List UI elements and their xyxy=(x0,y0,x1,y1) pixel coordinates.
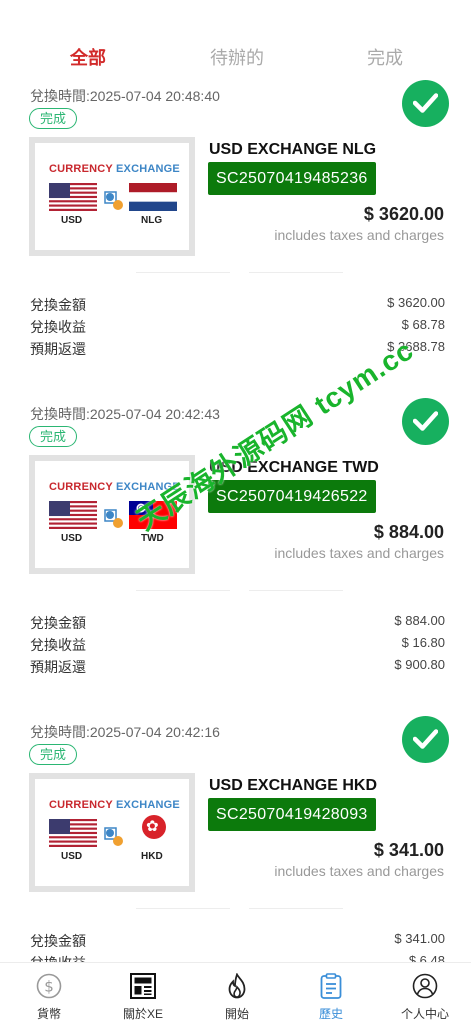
status-tabs: 全部 待辦的 完成 xyxy=(0,0,471,80)
us-flag-icon xyxy=(49,501,97,529)
nav-label: 貨幣 xyxy=(36,1007,61,1021)
currency-exchange-thumbnail: CURRENCY EXCHANGE USD NLG xyxy=(29,137,195,256)
divider xyxy=(136,590,230,591)
target-currency-code: NLG xyxy=(141,215,163,226)
netherlands-flag-icon xyxy=(129,183,177,211)
divider xyxy=(249,908,343,909)
check-circle-icon xyxy=(402,398,449,445)
order-amount: $ 3620.00 xyxy=(363,204,444,224)
status-badge: 完成 xyxy=(29,744,78,765)
us-flag-icon xyxy=(49,819,97,847)
tax-note: includes taxes and charges xyxy=(274,227,444,243)
thumbnail-title: CURRENCY EXCHANGE xyxy=(49,163,180,175)
currency-exchange-thumbnail: CURRENCY EXCHANGE ✿ USD HKD xyxy=(29,773,195,892)
order-id-badge: SC25070419426522 xyxy=(208,480,376,513)
us-flag-icon xyxy=(49,183,97,211)
newspaper-icon xyxy=(130,973,156,999)
tab-pending[interactable]: 待辦的 xyxy=(182,44,292,70)
nav-label: 歷史 xyxy=(318,1007,343,1021)
svg-text:$: $ xyxy=(44,978,54,996)
hong-kong-flag-icon: ✿ xyxy=(142,815,166,839)
detail-row: 預期返還 $ 900.80 xyxy=(30,657,445,675)
base-currency-code: USD xyxy=(61,215,83,226)
divider xyxy=(136,272,230,273)
detail-row: 兌換金額 $ 341.00 xyxy=(30,931,445,949)
divider xyxy=(249,272,343,273)
nav-label: 个人中心 xyxy=(400,1007,449,1021)
nav-label: 關於XE xyxy=(122,1007,163,1021)
bottom-nav: $ 貨幣 關於XE 開始 歷史 个人中心 xyxy=(0,962,471,1024)
order-amount: $ 884.00 xyxy=(373,522,444,542)
check-circle-icon xyxy=(402,80,449,127)
target-currency-code: HKD xyxy=(141,851,163,862)
nav-item-profile[interactable]: 个人中心 xyxy=(378,963,471,1024)
order-list[interactable]: 兌換時間:2025-07-04 20:48:40 完成 CURRENCY EXC… xyxy=(0,80,471,962)
order-id-badge: SC25070419428093 xyxy=(208,798,376,831)
divider xyxy=(249,590,343,591)
order-card[interactable]: 兌換時間:2025-07-04 20:42:16 完成 CURRENCY EXC… xyxy=(0,716,471,962)
detail-row: 兌換金額 $ 884.00 xyxy=(30,613,445,631)
exchange-pair-title: USD EXCHANGE NLG xyxy=(209,141,377,158)
tab-completed[interactable]: 完成 xyxy=(330,44,440,70)
thumbnail-title: CURRENCY EXCHANGE xyxy=(49,799,180,811)
clipboard-icon xyxy=(320,973,342,999)
tax-note: includes taxes and charges xyxy=(274,545,444,561)
tax-note: includes taxes and charges xyxy=(274,863,444,879)
nav-item-history[interactable]: 歷史 xyxy=(284,963,378,1024)
order-details: 兌換金額 $ 884.00 兌換收益 $ 16.80 預期返還 $ 900.80 xyxy=(30,613,445,679)
status-badge: 完成 xyxy=(29,426,78,447)
user-icon xyxy=(412,973,438,999)
exchange-time: 兌換時間:2025-07-04 20:42:43 xyxy=(30,406,220,422)
nav-item-about-xe[interactable]: 關於XE xyxy=(96,963,190,1024)
flame-icon xyxy=(228,973,246,999)
status-badge: 完成 xyxy=(29,108,78,129)
nav-label: 開始 xyxy=(224,1007,249,1021)
detail-row: 兌換金額 $ 3620.00 xyxy=(30,295,445,313)
check-circle-icon xyxy=(402,716,449,763)
exchange-time: 兌換時間:2025-07-04 20:42:16 xyxy=(30,724,220,740)
detail-row: 兌換收益$ 6.48 xyxy=(30,953,445,962)
detail-row: 兌換收益 $ 16.80 xyxy=(30,635,445,653)
base-currency-code: USD xyxy=(61,851,83,862)
divider xyxy=(136,908,230,909)
exchange-arrows-icon xyxy=(104,509,123,528)
exchange-pair-title: USD EXCHANGE HKD xyxy=(209,777,378,794)
base-currency-code: USD xyxy=(61,533,83,544)
dollar-icon: $ xyxy=(36,973,62,999)
nav-item-start[interactable]: 開始 xyxy=(190,963,284,1024)
detail-row: 兌換收益 $ 68.78 xyxy=(30,317,445,335)
order-details: 兌換金額$ 341.00 兌換收益$ 6.48 xyxy=(30,931,445,962)
exchange-arrows-icon xyxy=(104,827,123,846)
exchange-arrows-icon xyxy=(104,191,123,210)
exchange-time: 兌換時間:2025-07-04 20:48:40 xyxy=(30,88,220,104)
nav-item-currency[interactable]: $ 貨幣 xyxy=(2,963,96,1024)
order-amount: $ 341.00 xyxy=(373,840,444,860)
tab-all[interactable]: 全部 xyxy=(33,44,143,70)
order-id-badge: SC25070419485236 xyxy=(208,162,376,195)
